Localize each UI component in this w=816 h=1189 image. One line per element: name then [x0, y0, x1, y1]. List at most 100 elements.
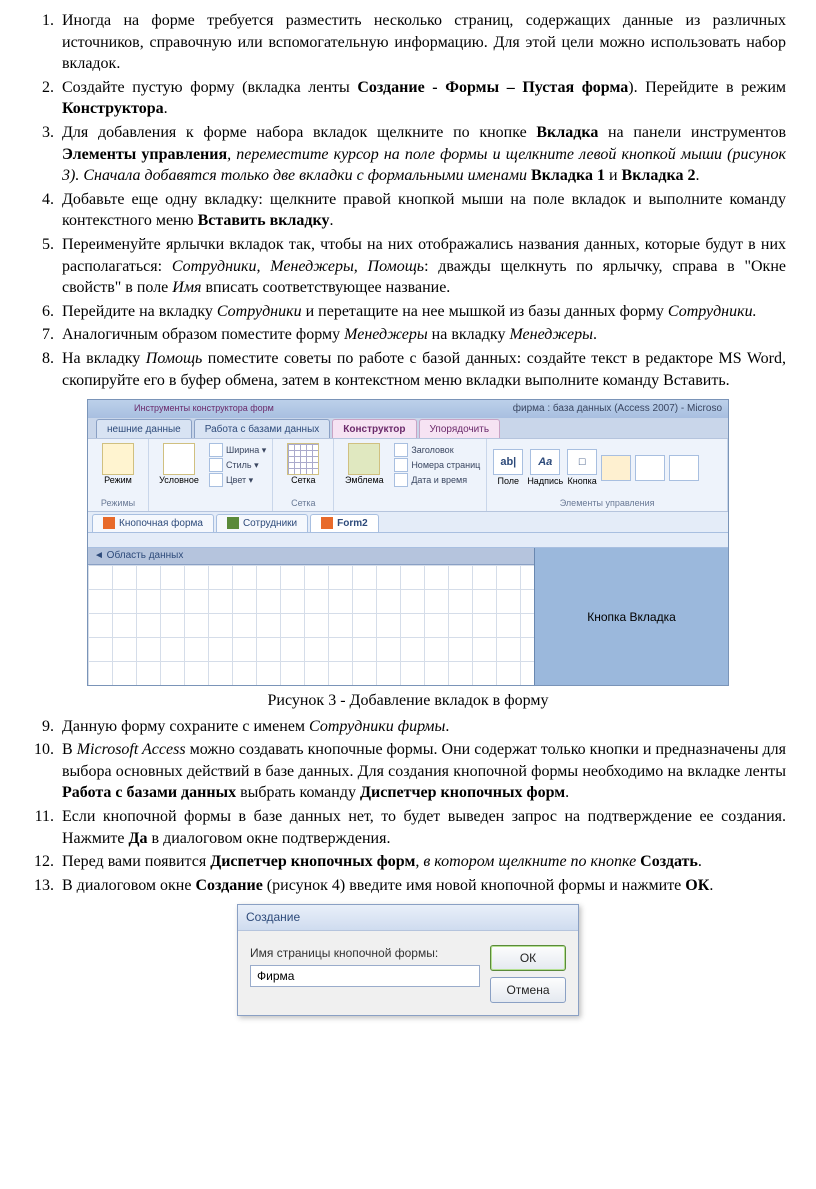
title-icon — [394, 443, 408, 457]
label: Эмблема — [345, 476, 384, 486]
pagenum-item[interactable]: Номера страниц — [394, 458, 480, 472]
more-control-2[interactable] — [635, 455, 665, 481]
doctab-switchboard[interactable]: Кнопочная форма — [92, 514, 214, 533]
bold: Диспетчер кнопочных форм — [360, 784, 565, 801]
title-bar: Инструменты конструктора форм фирма : ба… — [88, 400, 728, 418]
label: Сетка — [291, 476, 315, 486]
doctab-form2[interactable]: Form2 — [310, 514, 379, 533]
bold: Конструктора — [62, 100, 164, 117]
textbox-control[interactable]: ab| — [493, 449, 523, 475]
italic: , в котором щелкните по кнопке — [415, 853, 640, 870]
label-control[interactable]: Aa — [530, 449, 560, 475]
more-control-3[interactable] — [669, 455, 699, 481]
form-icon — [227, 517, 239, 529]
ctrl-label: Кнопка — [568, 475, 597, 487]
italic: Сотрудники — [217, 303, 302, 320]
name-label: Имя страницы кнопочной формы: — [250, 945, 480, 961]
ribbon-group-font: Условное Ширина ▾ Стиль ▾ Цвет ▾ — [149, 439, 273, 511]
figure-3: Инструменты конструктора форм фирма : ба… — [30, 399, 786, 686]
text: (рисунок 4) введите имя новой кнопочной … — [263, 877, 685, 894]
design-grid[interactable] — [88, 565, 534, 685]
controls-gallery: ab| Поле Aa Надпись □ Кнопка — [493, 443, 721, 487]
list-item: Аналогичным образом поместите форму Мене… — [58, 324, 786, 346]
more-control-1[interactable] — [601, 455, 631, 481]
text: ). Перейдите в режим — [628, 79, 786, 96]
emblem-button[interactable]: Эмблема — [340, 443, 388, 487]
color-item[interactable]: Цвет ▾ — [209, 473, 266, 487]
ok-button[interactable]: ОК — [490, 945, 566, 971]
button-control[interactable]: □ — [567, 449, 597, 475]
italic: Имя — [172, 279, 201, 296]
access-window: Инструменты конструктора форм фирма : ба… — [87, 399, 729, 686]
bold: Создание - Формы – Пустая форма — [357, 79, 628, 96]
text: . — [164, 100, 168, 117]
text: Аналогичным образом поместите форму — [62, 326, 344, 343]
text: и — [605, 167, 622, 184]
horizontal-ruler — [88, 533, 728, 548]
style-item[interactable]: Стиль ▾ — [209, 458, 266, 472]
group-label — [155, 497, 266, 509]
ribbon-group-modes: Режим Режимы — [88, 439, 149, 511]
design-canvas: ◄ Область данных Кнопка Вкладка — [88, 548, 728, 685]
ribbon-group-header: Эмблема Заголовок Номера страниц Дата и … — [334, 439, 487, 511]
dialog-left: Имя страницы кнопочной формы: — [250, 945, 480, 1003]
callout-text: Кнопка Вкладка — [587, 609, 676, 625]
list-item: Добавьте еще одну вкладку: щелкните прав… — [58, 189, 786, 232]
header-items: Заголовок Номера страниц Дата и время — [394, 443, 480, 487]
ribbon-group-controls: ab| Поле Aa Надпись □ Кнопка Элемен — [487, 439, 728, 511]
figure-3-caption: Рисунок 3 - Добавление вкладок в форму — [30, 690, 786, 712]
bold: Диспетчер кнопочных форм — [210, 853, 415, 870]
line-options: Ширина ▾ Стиль ▾ Цвет ▾ — [209, 443, 266, 487]
bold: Создать — [640, 853, 698, 870]
dialog-body: Имя страницы кнопочной формы: ОК Отмена — [238, 931, 578, 1015]
list-item: В Microsoft Access можно создавать кнопо… — [58, 739, 786, 804]
bold: Работа с базами данных — [62, 784, 236, 801]
bold: Элементы управления — [62, 146, 227, 163]
cancel-button[interactable]: Отмена — [490, 977, 566, 1003]
bold: Вкладка — [536, 124, 598, 141]
context-tools-title: Инструменты конструктора форм — [134, 402, 274, 414]
width-item[interactable]: Ширина ▾ — [209, 443, 266, 457]
text: Для добавления к форме набора вкладок ще… — [62, 124, 536, 141]
name-input[interactable] — [250, 965, 480, 987]
label: Условное — [159, 476, 199, 486]
detail-section-header[interactable]: ◄ Область данных — [88, 548, 534, 565]
text: выбрать команду — [236, 784, 360, 801]
text: Создайте пустую форму (вкладка ленты — [62, 79, 357, 96]
style-icon — [209, 458, 223, 472]
text: . — [698, 853, 702, 870]
text: Перед вами появится — [62, 853, 210, 870]
ribbon: Режим Режимы Условное Ширина ▾ Стиль ▾ Ц… — [88, 438, 728, 512]
doctab-employees[interactable]: Сотрудники — [216, 514, 308, 533]
text: . — [330, 212, 334, 229]
color-icon — [209, 473, 223, 487]
text: Данную форму сохраните с именем — [62, 718, 309, 735]
datetime-icon — [394, 473, 408, 487]
conditional-icon — [163, 443, 195, 475]
bold: ОК — [685, 877, 709, 894]
ribbon-group-grid: Сетка Сетка — [273, 439, 334, 511]
tab-constructor[interactable]: Конструктор — [332, 419, 416, 439]
bold: Вкладка 2 — [622, 167, 696, 184]
list-item: Если кнопочной формы в базе данных нет, … — [58, 806, 786, 849]
tab-external-data[interactable]: нешние данные — [96, 419, 192, 439]
document-tabs: Кнопочная форма Сотрудники Form2 — [88, 512, 728, 533]
list-item: Перед вами появится Диспетчер кнопочных … — [58, 851, 786, 873]
conditional-button[interactable]: Условное — [155, 443, 203, 487]
form-area: ◄ Область данных — [88, 548, 534, 685]
grid-button[interactable]: Сетка — [279, 443, 327, 486]
tab-arrange[interactable]: Упорядочить — [419, 419, 501, 439]
title-item[interactable]: Заголовок — [394, 443, 480, 457]
text: . — [593, 326, 597, 343]
text: . — [445, 718, 449, 735]
dialog-buttons: ОК Отмена — [490, 945, 566, 1003]
datetime-item[interactable]: Дата и время — [394, 473, 480, 487]
ribbon-tabs: нешние данные Работа с базами данных Кон… — [88, 418, 728, 438]
dialog-title: Создание — [238, 905, 578, 930]
bold: Да — [129, 830, 148, 847]
tab-database-tools[interactable]: Работа с базами данных — [194, 419, 331, 439]
mode-button[interactable]: Режим — [94, 443, 142, 486]
italic: Microsoft Access — [77, 741, 186, 758]
bold: Вставить вкладку — [198, 212, 330, 229]
list-item: Переименуйте ярлычки вкладок так, чтобы … — [58, 234, 786, 299]
